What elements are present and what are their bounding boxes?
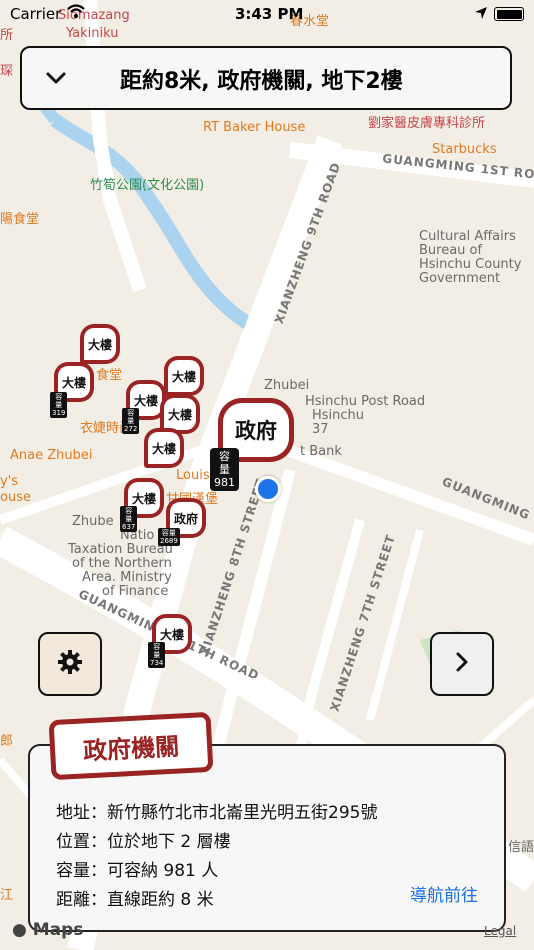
capacity-value: 可容納 981 人: [107, 861, 219, 881]
marker-capacity: 容量 734: [148, 642, 166, 668]
settings-button[interactable]: [38, 632, 102, 696]
marker-capacity: 容量 981: [210, 448, 239, 491]
address-value: 新竹縣竹北市北崙里光明五街295號: [107, 803, 378, 823]
legal-link[interactable]: Legal: [484, 924, 516, 938]
address-label: 地址：: [56, 803, 107, 823]
distance-row: 距離：直線距約 8 米: [56, 885, 214, 910]
marker-label: 大樓: [80, 324, 120, 364]
marker-capacity: 容量 272: [122, 408, 140, 434]
chevron-down-icon[interactable]: [44, 66, 68, 96]
maps-logo: ● Maps: [12, 920, 83, 940]
map-label: Government: [419, 271, 501, 286]
map-label: Zhubei: [264, 378, 310, 393]
map-label: 食堂: [96, 368, 123, 383]
map-label: 琛: [0, 64, 14, 79]
marker-label: 大樓: [164, 356, 204, 396]
map-label: 劉家醫皮膚專科診所: [368, 116, 486, 131]
map-label: Louis: [176, 468, 210, 483]
map-label: of the Northern: [72, 556, 172, 571]
card-title: 政府機關: [48, 711, 214, 781]
map-label: Starbucks: [432, 142, 497, 157]
distance-value: 直線距約 8 米: [107, 890, 214, 910]
map-label: y's: [0, 474, 19, 489]
current-location-dot: [255, 476, 281, 502]
banner-title: 距約8米, 政府機關, 地下2樓: [120, 69, 403, 94]
capacity-row: 容量：可容納 981 人: [56, 856, 218, 881]
marker-capacity: 容量 319: [50, 392, 68, 418]
marker-label: 大樓: [144, 428, 184, 468]
next-button[interactable]: [430, 632, 494, 696]
distance-label: 距離：: [56, 890, 107, 910]
map-label: 郎: [0, 734, 14, 749]
map-label: Zhube: [72, 514, 114, 529]
map-label: Hsinchu: [312, 408, 365, 423]
status-bar: Carrier 3:43 PM: [0, 0, 534, 28]
navigate-link[interactable]: 導航前往: [410, 881, 478, 906]
position-label: 位置：: [56, 832, 107, 852]
map-label: 江: [0, 888, 14, 903]
map-label: Hsinchu County: [419, 257, 522, 272]
map-label: Bureau of: [419, 243, 483, 258]
map-label: 陽食堂: [0, 212, 40, 227]
map-label: 37: [312, 422, 329, 437]
position-row: 位置：位於地下 2 層樓: [56, 827, 231, 852]
map-label: RT Baker House: [203, 120, 306, 135]
wifi-icon: [66, 3, 86, 23]
map-label: Yakiniku: [66, 26, 119, 41]
position-value: 位於地下 2 層樓: [107, 832, 231, 852]
capacity-label: 容量：: [56, 861, 107, 881]
marker-capacity: 容量 637: [120, 506, 138, 532]
map-label: ouse: [0, 490, 31, 505]
map-label: Cultural Affairs: [419, 229, 516, 244]
carrier-label: Carrier: [10, 5, 62, 23]
clock: 3:43 PM: [235, 5, 304, 23]
map-label: 竹筍公園(文化公園): [90, 178, 205, 193]
map-label: t Bank: [300, 444, 342, 459]
chevron-right-icon: [450, 650, 474, 678]
maps-wordmark: Maps: [32, 920, 84, 940]
marker-capacity: 容量 2689: [158, 528, 180, 546]
address-row: 地址：新竹縣竹北市北崙里光明五街295號: [56, 798, 377, 823]
destination-banner[interactable]: 距約8米, 政府機關, 地下2樓: [20, 46, 512, 110]
map-label: 信語: [508, 840, 534, 855]
map-label: Anae Zhubei: [10, 448, 93, 463]
map-label: of Finance: [102, 584, 169, 599]
map-label: Hsinchu Post Road: [305, 394, 426, 409]
map-label: Area. Ministry: [82, 570, 172, 585]
apple-logo-icon: ●: [12, 920, 27, 940]
location-arrow-icon: [474, 6, 488, 24]
gear-icon: [57, 649, 83, 679]
battery-icon: [494, 7, 524, 21]
